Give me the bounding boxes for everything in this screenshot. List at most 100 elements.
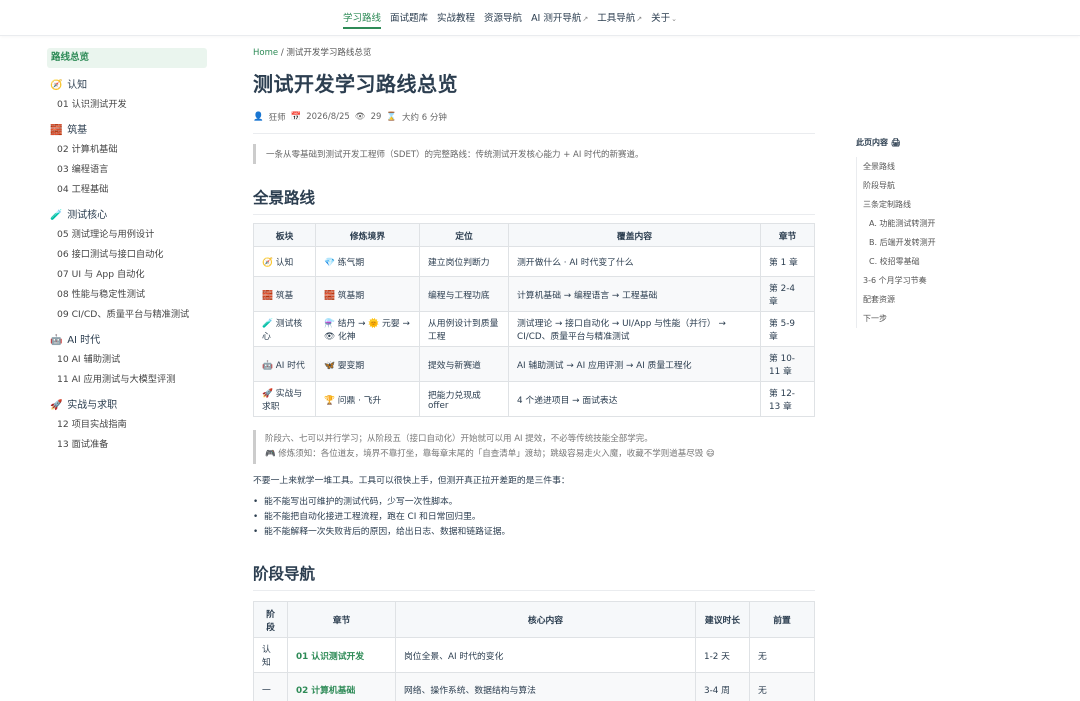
toc-item[interactable]: 全景路线 — [857, 157, 996, 176]
breadcrumb-home-link[interactable]: Home — [253, 48, 278, 58]
breadcrumb-current: 测试开发学习路线总览 — [286, 48, 372, 58]
table-cell: 🧪 测试核心 — [253, 311, 316, 347]
sidebar-group-foundation: 🧱 筑基 02 计算机基础 03 编程语言 04 工程基础 — [47, 119, 207, 198]
sidebar-item[interactable]: 04 工程基础 — [47, 178, 207, 198]
table-cell: 计算机基础 → 编程语言 → 工程基础 — [508, 276, 761, 312]
table-header: 修炼境界 — [315, 223, 420, 247]
sidebar-group-title[interactable]: 🧭 认知 — [47, 74, 207, 93]
stage-nav-table: 阶段 章节 核心内容 建议时长 前置 认知 01 认识测试开发 岗位全景、AI … — [253, 601, 815, 701]
nav-links: 学习路线 面试题库 实战教程 资源导航 AI 测开导航↗ 工具导航↗ 关于⌄ — [343, 10, 677, 29]
nav-tools[interactable]: 工具导航↗ — [597, 10, 642, 29]
table-header: 前置 — [749, 601, 815, 638]
sidebar-item[interactable]: 01 认识测试开发 — [47, 93, 207, 113]
table-cell: 🧱 筑基期 — [315, 276, 420, 312]
sidebar-item[interactable]: 03 编程语言 — [47, 158, 207, 178]
nav-tools-label: 工具导航 — [597, 13, 636, 24]
table-cell: 第 10-11 章 — [760, 346, 815, 382]
table-header-row: 阶段 章节 核心内容 建议时长 前置 — [253, 601, 815, 638]
sidebar-group-cognition: 🧭 认知 01 认识测试开发 — [47, 74, 207, 113]
sidebar-item[interactable]: 09 CI/CD、质量平台与精准测试 — [47, 303, 207, 323]
toc-item[interactable]: C. 校招零基础 — [857, 252, 996, 271]
sidebar-item[interactable]: 05 测试理论与用例设计 — [47, 223, 207, 243]
table-header: 核心内容 — [395, 601, 696, 638]
sidebar-item[interactable]: 10 AI 辅助测试 — [47, 348, 207, 368]
nav-interview-questions[interactable]: 面试题库 — [390, 10, 428, 29]
sidebar-group-title[interactable]: 🧱 筑基 — [47, 119, 207, 138]
chapter-link[interactable]: 01 认识测试开发 — [296, 652, 364, 662]
toc-item[interactable]: 阶段导航 — [857, 176, 996, 195]
table-cell: 测试理论 → 接口自动化 → UI/App 与性能（并行） → CI/CD、质量… — [508, 311, 761, 347]
table-cell: 一 — [253, 672, 288, 701]
table-cell: 💎 练气期 — [315, 246, 420, 277]
nav-tutorials[interactable]: 实战教程 — [437, 10, 475, 29]
table-cell: 🦋 婴变期 — [315, 346, 420, 382]
table-row: 🧭 认知 💎 练气期 建立岗位判断力 测开做什么 · AI 时代变了什么 第 1… — [253, 246, 815, 277]
table-row: 🤖 AI 时代 🦋 婴变期 提效与新赛道 AI 辅助测试 → AI 应用评测 →… — [253, 346, 815, 382]
sidebar-group-title[interactable]: 🤖 AI 时代 — [47, 329, 207, 348]
sidebar-item[interactable]: 08 性能与稳定性测试 — [47, 283, 207, 303]
table-cell: 🏆 问鼎 · 飞升 — [315, 381, 420, 417]
table-cell: 测开做什么 · AI 时代变了什么 — [508, 246, 761, 277]
nav-ai-test-nav[interactable]: AI 测开导航↗ — [531, 10, 588, 29]
nav-learning-path[interactable]: 学习路线 — [343, 10, 382, 29]
sidebar-group-title[interactable]: 🚀 实战与求职 — [47, 394, 207, 413]
print-icon[interactable]: 🖨 — [891, 138, 901, 147]
table-cell: 编程与工程功底 — [419, 276, 509, 312]
section-heading-stage-nav: 阶段导航 — [253, 562, 815, 591]
tip-blockquote: 阶段六、七可以并行学习；从阶段五（接口自动化）开始就可以用 AI 提效，不必等传… — [253, 430, 815, 464]
compass-icon: 🧭 — [50, 80, 63, 91]
bricks-icon: 🧱 — [50, 125, 63, 136]
table-cell: 第 12-13 章 — [760, 381, 815, 417]
toc-item[interactable]: 配套资源 — [857, 290, 996, 309]
table-cell: 无 — [749, 672, 815, 701]
chevron-down-icon: ⌄ — [671, 15, 678, 23]
sidebar-group-ai-era: 🤖 AI 时代 10 AI 辅助测试 11 AI 应用测试与大模型评测 — [47, 329, 207, 388]
toc-item[interactable]: 下一步 — [857, 309, 996, 328]
table-header-row: 板块 修炼境界 定位 覆盖内容 章节 — [253, 223, 815, 247]
sidebar-group-test-core: 🧪 测试核心 05 测试理论与用例设计 06 接口测试与接口自动化 07 UI … — [47, 204, 207, 323]
overview-table: 板块 修炼境界 定位 覆盖内容 章节 🧭 认知 💎 练气期 建立岗位判断力 测开… — [253, 223, 815, 417]
top-navbar: 学习路线 面试题库 实战教程 资源导航 AI 测开导航↗ 工具导航↗ 关于⌄ — [0, 0, 1080, 36]
sidebar-group-title[interactable]: 🧪 测试核心 — [47, 204, 207, 223]
table-row: 🚀 实战与求职 🏆 问鼎 · 飞升 把能力兑现成 offer 4 个递进项目 →… — [253, 381, 815, 417]
toc-item[interactable]: B. 后端开发转测开 — [857, 233, 996, 252]
nav-about[interactable]: 关于⌄ — [651, 10, 677, 29]
sidebar-item-overview[interactable]: 路线总览 — [47, 48, 207, 68]
toc-item[interactable]: 3-6 个月学习节奏 — [857, 271, 996, 290]
table-cell: 02 计算机基础 — [287, 672, 396, 701]
breadcrumb-separator: / — [280, 48, 284, 58]
author-name[interactable]: 狂师 — [269, 111, 286, 123]
table-cell: 🤖 AI 时代 — [253, 346, 316, 382]
table-cell: 把能力兑现成 offer — [419, 381, 509, 417]
table-cell: 无 — [749, 637, 815, 673]
table-cell: 从用例设计到质量工程 — [419, 311, 509, 347]
calendar-icon: 📅 — [290, 112, 302, 122]
table-cell: 3-4 周 — [695, 672, 750, 701]
sidebar-item[interactable]: 13 面试准备 — [47, 433, 207, 453]
eye-icon: 👁 — [354, 112, 366, 122]
sidebar: 路线总览 🧭 认知 01 认识测试开发 🧱 筑基 02 计算机基础 03 编程语… — [47, 48, 207, 453]
list-item: 能不能写出可维护的测试代码，少写一次性脚本。 — [253, 495, 815, 510]
bullet-list: 能不能写出可维护的测试代码，少写一次性脚本。 能不能把自动化接进工程流程，跑在 … — [253, 495, 815, 540]
hourglass-icon: ⌛ — [386, 112, 398, 122]
sidebar-item[interactable]: 11 AI 应用测试与大模型评测 — [47, 368, 207, 388]
sidebar-item[interactable]: 07 UI 与 App 自动化 — [47, 263, 207, 283]
table-cell: 第 2-4 章 — [760, 276, 815, 312]
chapter-link[interactable]: 02 计算机基础 — [296, 686, 355, 696]
sidebar-item[interactable]: 02 计算机基础 — [47, 138, 207, 158]
table-row: 认知 01 认识测试开发 岗位全景、AI 时代的变化 1-2 天 无 — [253, 637, 815, 673]
table-cell: 提效与新赛道 — [419, 346, 509, 382]
sidebar-item[interactable]: 06 接口测试与接口自动化 — [47, 243, 207, 263]
list-item: 能不能把自动化接进工程流程，跑在 CI 和日常回归里。 — [253, 510, 815, 525]
body-paragraph: 不要一上来就学一堆工具。工具可以很快上手，但测开真正拉开差距的是三件事： — [253, 476, 570, 486]
table-row: 一 02 计算机基础 网络、操作系统、数据结构与算法 3-4 周 无 — [253, 672, 815, 701]
main-content: Home / 测试开发学习路线总览 测试开发学习路线总览 👤 狂师 📅 2026… — [253, 46, 815, 701]
sidebar-item[interactable]: 12 项目实战指南 — [47, 413, 207, 433]
toc-item[interactable]: 三条定制路线 — [857, 195, 996, 214]
table-cell: 1-2 天 — [695, 637, 750, 673]
sidebar-group-label: 测试核心 — [67, 210, 108, 221]
toc-item[interactable]: A. 功能测试转测开 — [857, 214, 996, 233]
table-cell: 🧭 认知 — [253, 246, 316, 277]
nav-resources[interactable]: 资源导航 — [484, 10, 522, 29]
robot-icon: 🤖 — [50, 335, 63, 346]
